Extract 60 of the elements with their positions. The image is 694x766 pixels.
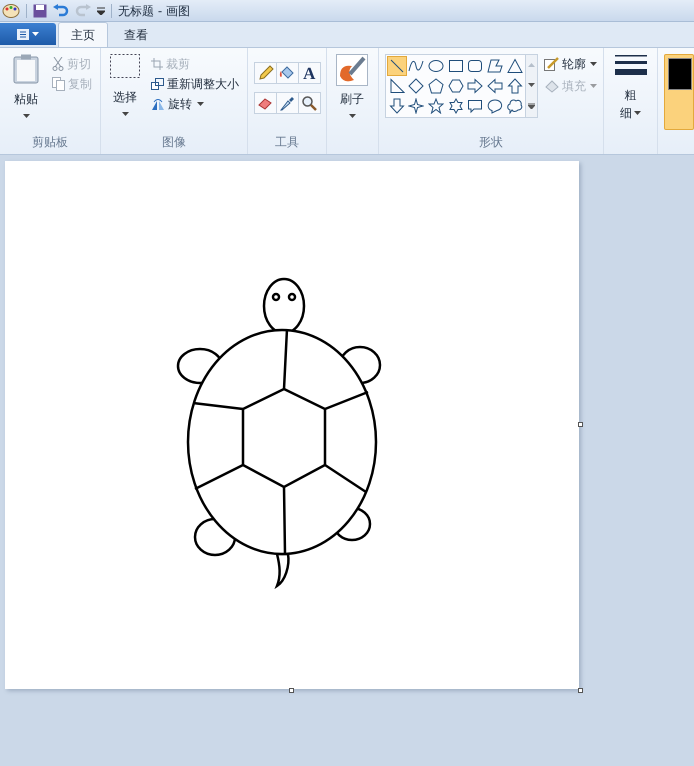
ribbon-tab[interactable]: 主页	[58, 22, 108, 47]
shape-option[interactable]	[406, 76, 426, 96]
group-label: 剪贴板	[32, 134, 68, 151]
caret-icon	[197, 102, 204, 106]
shape-option[interactable]	[504, 56, 525, 76]
expand-gallery-icon[interactable]	[528, 103, 536, 109]
menu-icon	[17, 28, 29, 40]
rotate-icon	[151, 98, 166, 110]
shape-option[interactable]	[406, 96, 426, 116]
copy-icon	[52, 77, 65, 91]
shape-option[interactable]	[426, 96, 446, 116]
scroll-down-icon[interactable]	[528, 83, 536, 87]
group-label: 工具	[274, 134, 299, 151]
customize-caret-icon[interactable]	[97, 6, 105, 14]
caret-icon	[32, 32, 39, 36]
shape-option[interactable]	[386, 56, 407, 76]
crop-icon	[151, 58, 164, 70]
group-label: 形状	[478, 134, 503, 151]
save-icon[interactable]	[33, 4, 47, 18]
ribbon-tab[interactable]: 查看	[112, 22, 160, 47]
caret-icon	[122, 112, 129, 116]
app-menu-button[interactable]	[0, 23, 56, 45]
paintbrush-icon	[336, 54, 368, 86]
resize-icon	[151, 78, 164, 90]
shape-option[interactable]	[465, 76, 486, 96]
selection-rectangle-icon	[110, 54, 140, 78]
paste-button[interactable]: 粘贴	[6, 54, 46, 133]
palette-icon[interactable]	[2, 2, 20, 18]
shape-option[interactable]	[386, 96, 407, 116]
shape-option[interactable]	[504, 76, 525, 96]
ribbon-button[interactable]: 重新调整大小	[149, 74, 242, 94]
select-button[interactable]: 选择	[107, 54, 144, 133]
window-title: 无标题 - 画图	[118, 2, 190, 20]
magnifier-icon[interactable]	[301, 95, 318, 111]
shape-option[interactable]	[426, 76, 446, 96]
caret-icon	[590, 84, 597, 88]
resize-handle[interactable]	[578, 688, 583, 693]
paint-bucket-icon[interactable]	[279, 65, 296, 81]
clipboard-icon	[13, 54, 39, 84]
undo-icon[interactable]	[53, 4, 69, 18]
color-1-button[interactable]	[664, 54, 694, 130]
resize-handle[interactable]	[578, 422, 583, 427]
color-swatch	[668, 58, 692, 90]
eyedropper-icon[interactable]	[279, 95, 296, 111]
paint-bucket-icon	[544, 79, 560, 93]
group-label: 图像	[162, 134, 186, 151]
caret-icon	[348, 114, 356, 118]
scissors-icon	[52, 57, 64, 71]
outline-button[interactable]: 轮廓	[544, 54, 597, 74]
gallery-scrollbar[interactable]	[526, 54, 538, 118]
caret-icon	[590, 62, 597, 66]
caret-icon	[22, 114, 30, 118]
size-button[interactable]: 粗 细	[610, 54, 651, 133]
shape-option[interactable]	[484, 76, 505, 96]
rotate-button[interactable]: 旋转	[149, 94, 242, 114]
caret-icon	[634, 111, 641, 115]
resize-handle[interactable]	[289, 688, 294, 693]
pencil-icon	[544, 57, 560, 71]
pencil-icon[interactable]	[258, 65, 274, 81]
brushes-button[interactable]: 刷子	[332, 54, 372, 133]
